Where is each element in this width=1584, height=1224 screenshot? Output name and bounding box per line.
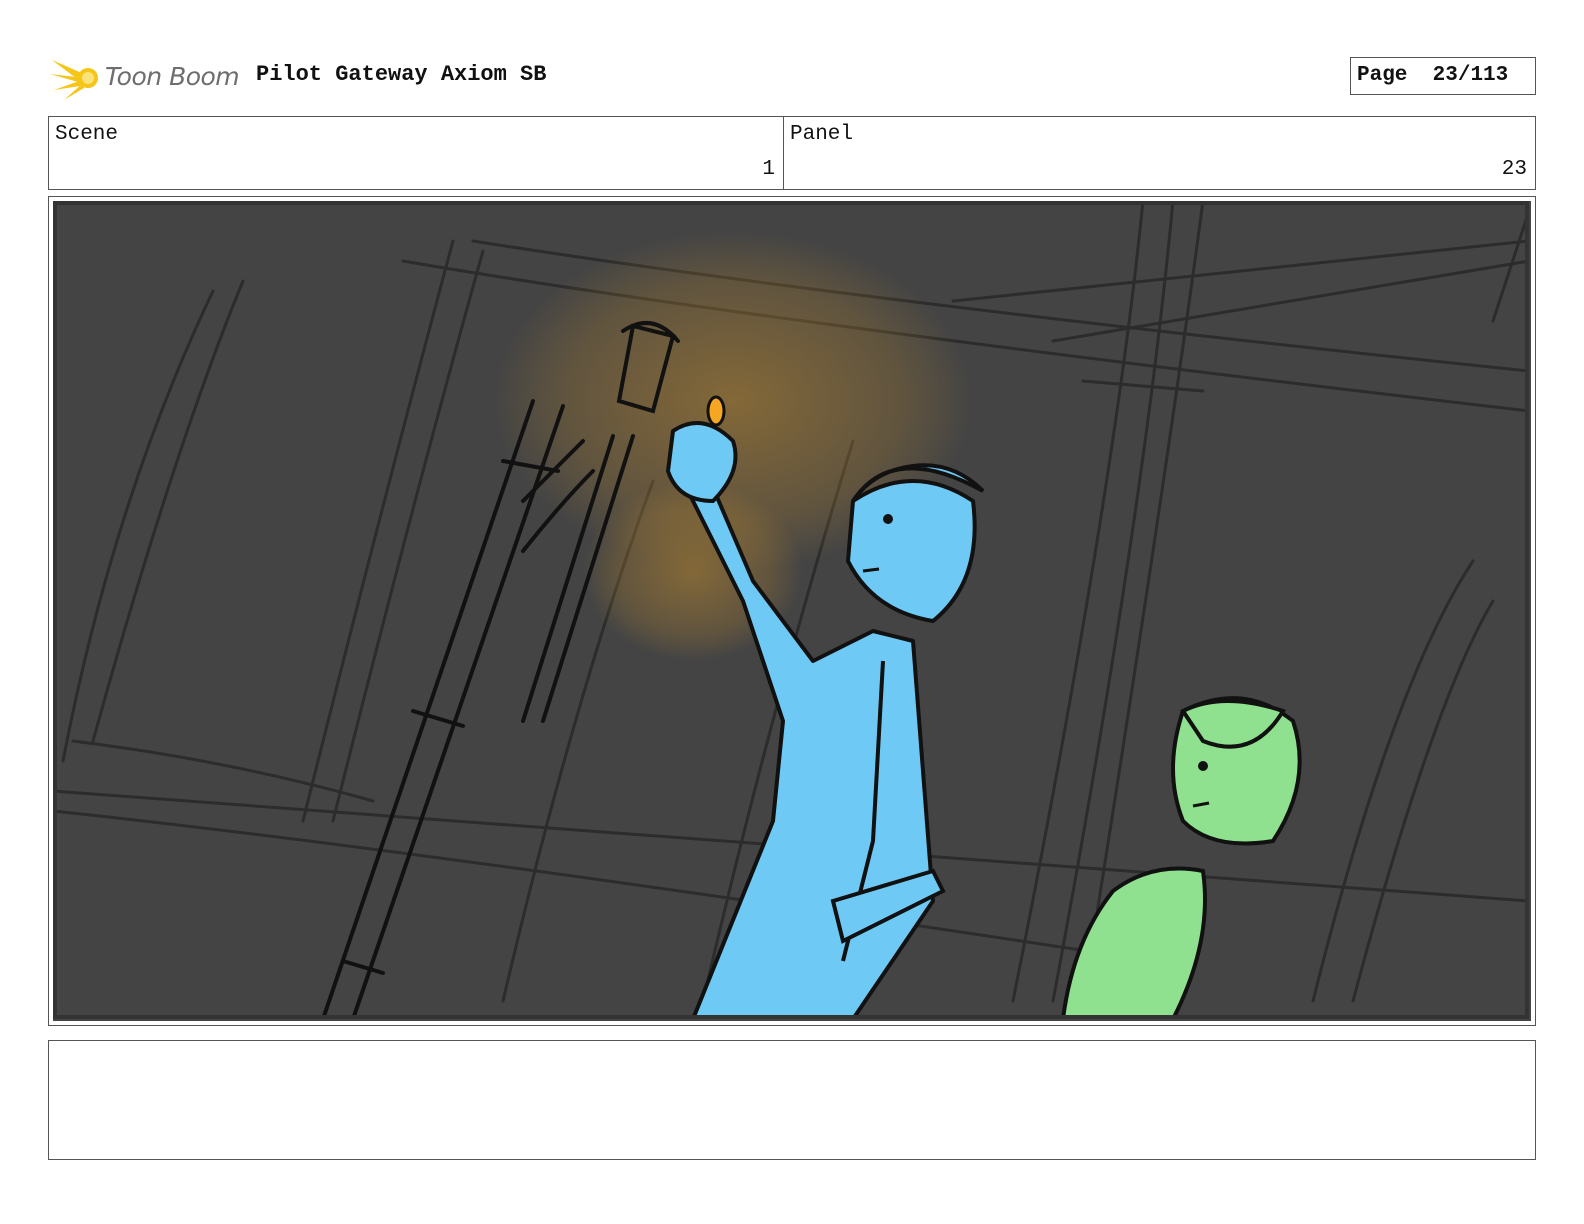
panel-number: 23 <box>1501 158 1527 181</box>
scene-label: Scene <box>55 123 119 146</box>
scene-panel-info: Scene 1 Panel 23 <box>48 116 1536 190</box>
panel-label: Panel <box>790 123 854 146</box>
starburst-icon <box>50 60 98 100</box>
notes-box <box>48 1040 1536 1160</box>
logo-text: Toon Boom <box>105 62 240 91</box>
scene-cell: Scene 1 <box>49 117 784 189</box>
storyboard-header: Toon Boom Pilot Gateway Axiom SB Page 23… <box>50 50 1536 102</box>
toon-boom-logo: Toon Boom <box>50 52 240 102</box>
scene-number: 1 <box>762 158 775 181</box>
storyboard-title: Pilot Gateway Axiom SB <box>256 62 547 87</box>
panel-cell: Panel 23 <box>784 117 1535 189</box>
panel-drawing <box>53 201 1531 1021</box>
storyboard-frame <box>48 196 1536 1026</box>
sketch-illustration <box>53 201 1529 1019</box>
page-number: 23/113 <box>1432 64 1509 87</box>
page-indicator: Page 23/113 <box>1350 57 1536 95</box>
flame <box>706 395 726 427</box>
page-label: Page <box>1357 64 1408 87</box>
